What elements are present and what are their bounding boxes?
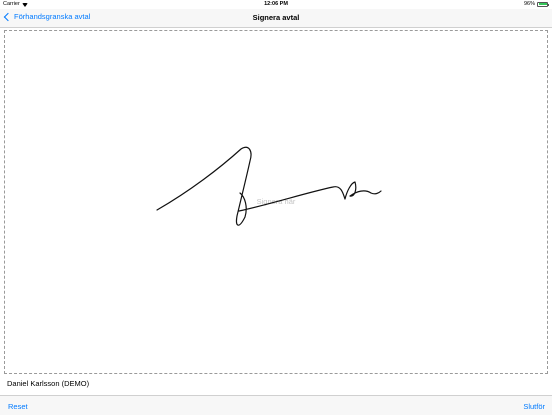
battery-icon [537, 1, 549, 7]
status-time: 12:06 PM [264, 1, 288, 7]
signature-stroke [156, 146, 382, 226]
signature-canvas[interactable]: Signera här [4, 30, 548, 374]
battery-indicator: 96% [523, 1, 549, 7]
page-title: Signera avtal [252, 12, 300, 22]
battery-percent: 96% [523, 1, 535, 7]
navigation-bar: Förhandsgranska avtal Signera avtal [0, 9, 552, 28]
status-bar: Carrier 12:06 PM 96% [0, 0, 552, 9]
bottom-toolbar: Reset Slutför [0, 395, 552, 415]
signer-name: Daniel Karlsson (DEMO) [7, 379, 90, 388]
battery-level-fill [538, 3, 548, 5]
reset-button[interactable]: Reset [8, 402, 28, 411]
finish-button[interactable]: Slutför [523, 402, 545, 411]
